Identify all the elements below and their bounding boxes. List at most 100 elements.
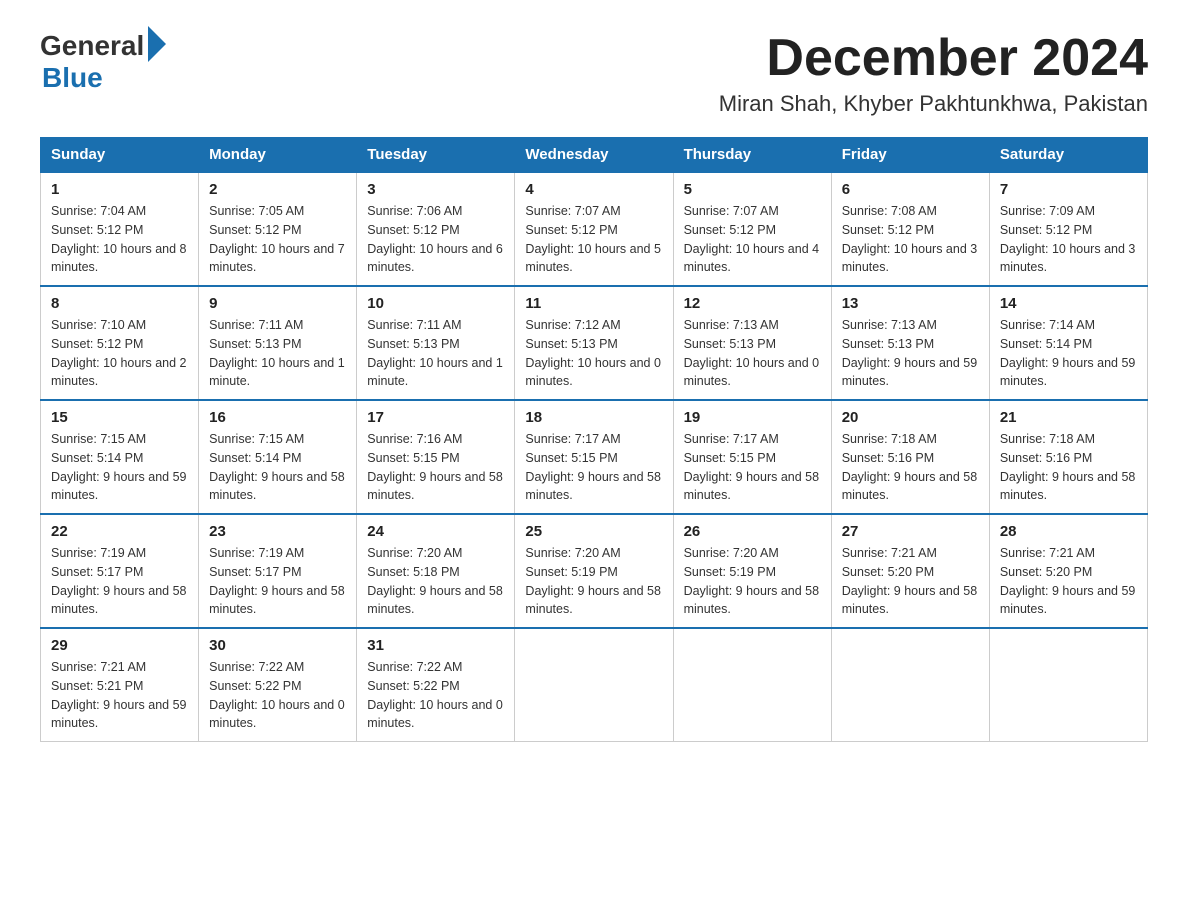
day-number: 2 <box>209 181 346 198</box>
day-info: Sunrise: 7:19 AMSunset: 5:17 PMDaylight:… <box>51 546 187 616</box>
calendar-cell: 9 Sunrise: 7:11 AMSunset: 5:13 PMDayligh… <box>199 286 357 400</box>
day-info: Sunrise: 7:20 AMSunset: 5:19 PMDaylight:… <box>525 546 661 616</box>
calendar-cell: 27 Sunrise: 7:21 AMSunset: 5:20 PMDaylig… <box>831 514 989 628</box>
day-number: 21 <box>1000 409 1137 426</box>
calendar-cell: 15 Sunrise: 7:15 AMSunset: 5:14 PMDaylig… <box>41 400 199 514</box>
title-area: December 2024 Miran Shah, Khyber Pakhtun… <box>719 30 1148 117</box>
calendar-cell: 28 Sunrise: 7:21 AMSunset: 5:20 PMDaylig… <box>989 514 1147 628</box>
calendar-week-row: 8 Sunrise: 7:10 AMSunset: 5:12 PMDayligh… <box>41 286 1148 400</box>
day-number: 11 <box>525 295 662 312</box>
day-info: Sunrise: 7:22 AMSunset: 5:22 PMDaylight:… <box>367 660 503 730</box>
calendar-cell: 29 Sunrise: 7:21 AMSunset: 5:21 PMDaylig… <box>41 628 199 742</box>
calendar-cell: 22 Sunrise: 7:19 AMSunset: 5:17 PMDaylig… <box>41 514 199 628</box>
day-info: Sunrise: 7:19 AMSunset: 5:17 PMDaylight:… <box>209 546 345 616</box>
day-info: Sunrise: 7:22 AMSunset: 5:22 PMDaylight:… <box>209 660 345 730</box>
calendar-cell: 3 Sunrise: 7:06 AMSunset: 5:12 PMDayligh… <box>357 172 515 286</box>
day-number: 16 <box>209 409 346 426</box>
calendar-cell <box>515 628 673 742</box>
calendar-header-friday: Friday <box>831 138 989 173</box>
calendar-cell: 5 Sunrise: 7:07 AMSunset: 5:12 PMDayligh… <box>673 172 831 286</box>
day-number: 24 <box>367 523 504 540</box>
day-info: Sunrise: 7:21 AMSunset: 5:20 PMDaylight:… <box>1000 546 1136 616</box>
day-number: 28 <box>1000 523 1137 540</box>
calendar-cell: 13 Sunrise: 7:13 AMSunset: 5:13 PMDaylig… <box>831 286 989 400</box>
day-info: Sunrise: 7:15 AMSunset: 5:14 PMDaylight:… <box>51 432 187 502</box>
day-info: Sunrise: 7:07 AMSunset: 5:12 PMDaylight:… <box>684 204 820 274</box>
day-info: Sunrise: 7:21 AMSunset: 5:20 PMDaylight:… <box>842 546 978 616</box>
day-number: 19 <box>684 409 821 426</box>
day-number: 25 <box>525 523 662 540</box>
day-number: 6 <box>842 181 979 198</box>
day-number: 7 <box>1000 181 1137 198</box>
day-info: Sunrise: 7:17 AMSunset: 5:15 PMDaylight:… <box>684 432 820 502</box>
calendar-cell: 14 Sunrise: 7:14 AMSunset: 5:14 PMDaylig… <box>989 286 1147 400</box>
page-header: General Blue December 2024 Miran Shah, K… <box>40 30 1148 117</box>
calendar-cell: 16 Sunrise: 7:15 AMSunset: 5:14 PMDaylig… <box>199 400 357 514</box>
calendar-cell <box>673 628 831 742</box>
day-number: 22 <box>51 523 188 540</box>
day-info: Sunrise: 7:08 AMSunset: 5:12 PMDaylight:… <box>842 204 978 274</box>
calendar-week-row: 22 Sunrise: 7:19 AMSunset: 5:17 PMDaylig… <box>41 514 1148 628</box>
day-number: 4 <box>525 181 662 198</box>
calendar-cell: 1 Sunrise: 7:04 AMSunset: 5:12 PMDayligh… <box>41 172 199 286</box>
day-number: 26 <box>684 523 821 540</box>
day-number: 27 <box>842 523 979 540</box>
calendar-header-sunday: Sunday <box>41 138 199 173</box>
day-number: 5 <box>684 181 821 198</box>
day-number: 9 <box>209 295 346 312</box>
calendar-header-wednesday: Wednesday <box>515 138 673 173</box>
day-number: 13 <box>842 295 979 312</box>
day-info: Sunrise: 7:10 AMSunset: 5:12 PMDaylight:… <box>51 318 187 388</box>
calendar-cell: 8 Sunrise: 7:10 AMSunset: 5:12 PMDayligh… <box>41 286 199 400</box>
calendar-cell: 26 Sunrise: 7:20 AMSunset: 5:19 PMDaylig… <box>673 514 831 628</box>
day-info: Sunrise: 7:21 AMSunset: 5:21 PMDaylight:… <box>51 660 187 730</box>
month-year-title: December 2024 <box>719 30 1148 87</box>
calendar-header-tuesday: Tuesday <box>357 138 515 173</box>
calendar-cell: 6 Sunrise: 7:08 AMSunset: 5:12 PMDayligh… <box>831 172 989 286</box>
day-number: 3 <box>367 181 504 198</box>
day-number: 1 <box>51 181 188 198</box>
logo-general-text: General <box>40 30 144 62</box>
day-info: Sunrise: 7:04 AMSunset: 5:12 PMDaylight:… <box>51 204 187 274</box>
day-number: 10 <box>367 295 504 312</box>
calendar-header-row: SundayMondayTuesdayWednesdayThursdayFrid… <box>41 138 1148 173</box>
calendar-week-row: 1 Sunrise: 7:04 AMSunset: 5:12 PMDayligh… <box>41 172 1148 286</box>
calendar-header-monday: Monday <box>199 138 357 173</box>
calendar-cell: 25 Sunrise: 7:20 AMSunset: 5:19 PMDaylig… <box>515 514 673 628</box>
day-info: Sunrise: 7:11 AMSunset: 5:13 PMDaylight:… <box>209 318 345 388</box>
calendar-cell: 12 Sunrise: 7:13 AMSunset: 5:13 PMDaylig… <box>673 286 831 400</box>
day-number: 18 <box>525 409 662 426</box>
day-number: 14 <box>1000 295 1137 312</box>
day-info: Sunrise: 7:13 AMSunset: 5:13 PMDaylight:… <box>684 318 820 388</box>
calendar-cell <box>989 628 1147 742</box>
calendar-header-thursday: Thursday <box>673 138 831 173</box>
calendar-cell: 18 Sunrise: 7:17 AMSunset: 5:15 PMDaylig… <box>515 400 673 514</box>
day-info: Sunrise: 7:15 AMSunset: 5:14 PMDaylight:… <box>209 432 345 502</box>
day-info: Sunrise: 7:06 AMSunset: 5:12 PMDaylight:… <box>367 204 503 274</box>
day-number: 23 <box>209 523 346 540</box>
day-info: Sunrise: 7:11 AMSunset: 5:13 PMDaylight:… <box>367 318 503 388</box>
calendar-cell: 10 Sunrise: 7:11 AMSunset: 5:13 PMDaylig… <box>357 286 515 400</box>
day-number: 29 <box>51 637 188 654</box>
day-info: Sunrise: 7:13 AMSunset: 5:13 PMDaylight:… <box>842 318 978 388</box>
day-number: 30 <box>209 637 346 654</box>
calendar-cell: 11 Sunrise: 7:12 AMSunset: 5:13 PMDaylig… <box>515 286 673 400</box>
day-number: 31 <box>367 637 504 654</box>
day-info: Sunrise: 7:14 AMSunset: 5:14 PMDaylight:… <box>1000 318 1136 388</box>
day-info: Sunrise: 7:12 AMSunset: 5:13 PMDaylight:… <box>525 318 661 388</box>
calendar-cell: 17 Sunrise: 7:16 AMSunset: 5:15 PMDaylig… <box>357 400 515 514</box>
day-number: 8 <box>51 295 188 312</box>
logo-triangle-icon <box>148 26 166 62</box>
calendar-week-row: 29 Sunrise: 7:21 AMSunset: 5:21 PMDaylig… <box>41 628 1148 742</box>
day-info: Sunrise: 7:17 AMSunset: 5:15 PMDaylight:… <box>525 432 661 502</box>
day-info: Sunrise: 7:18 AMSunset: 5:16 PMDaylight:… <box>1000 432 1136 502</box>
calendar-cell: 7 Sunrise: 7:09 AMSunset: 5:12 PMDayligh… <box>989 172 1147 286</box>
logo-blue-text: Blue <box>42 62 103 94</box>
day-info: Sunrise: 7:20 AMSunset: 5:18 PMDaylight:… <box>367 546 503 616</box>
day-info: Sunrise: 7:20 AMSunset: 5:19 PMDaylight:… <box>684 546 820 616</box>
calendar-table: SundayMondayTuesdayWednesdayThursdayFrid… <box>40 137 1148 742</box>
day-number: 20 <box>842 409 979 426</box>
calendar-cell: 19 Sunrise: 7:17 AMSunset: 5:15 PMDaylig… <box>673 400 831 514</box>
logo: General Blue <box>40 30 166 94</box>
calendar-cell: 23 Sunrise: 7:19 AMSunset: 5:17 PMDaylig… <box>199 514 357 628</box>
